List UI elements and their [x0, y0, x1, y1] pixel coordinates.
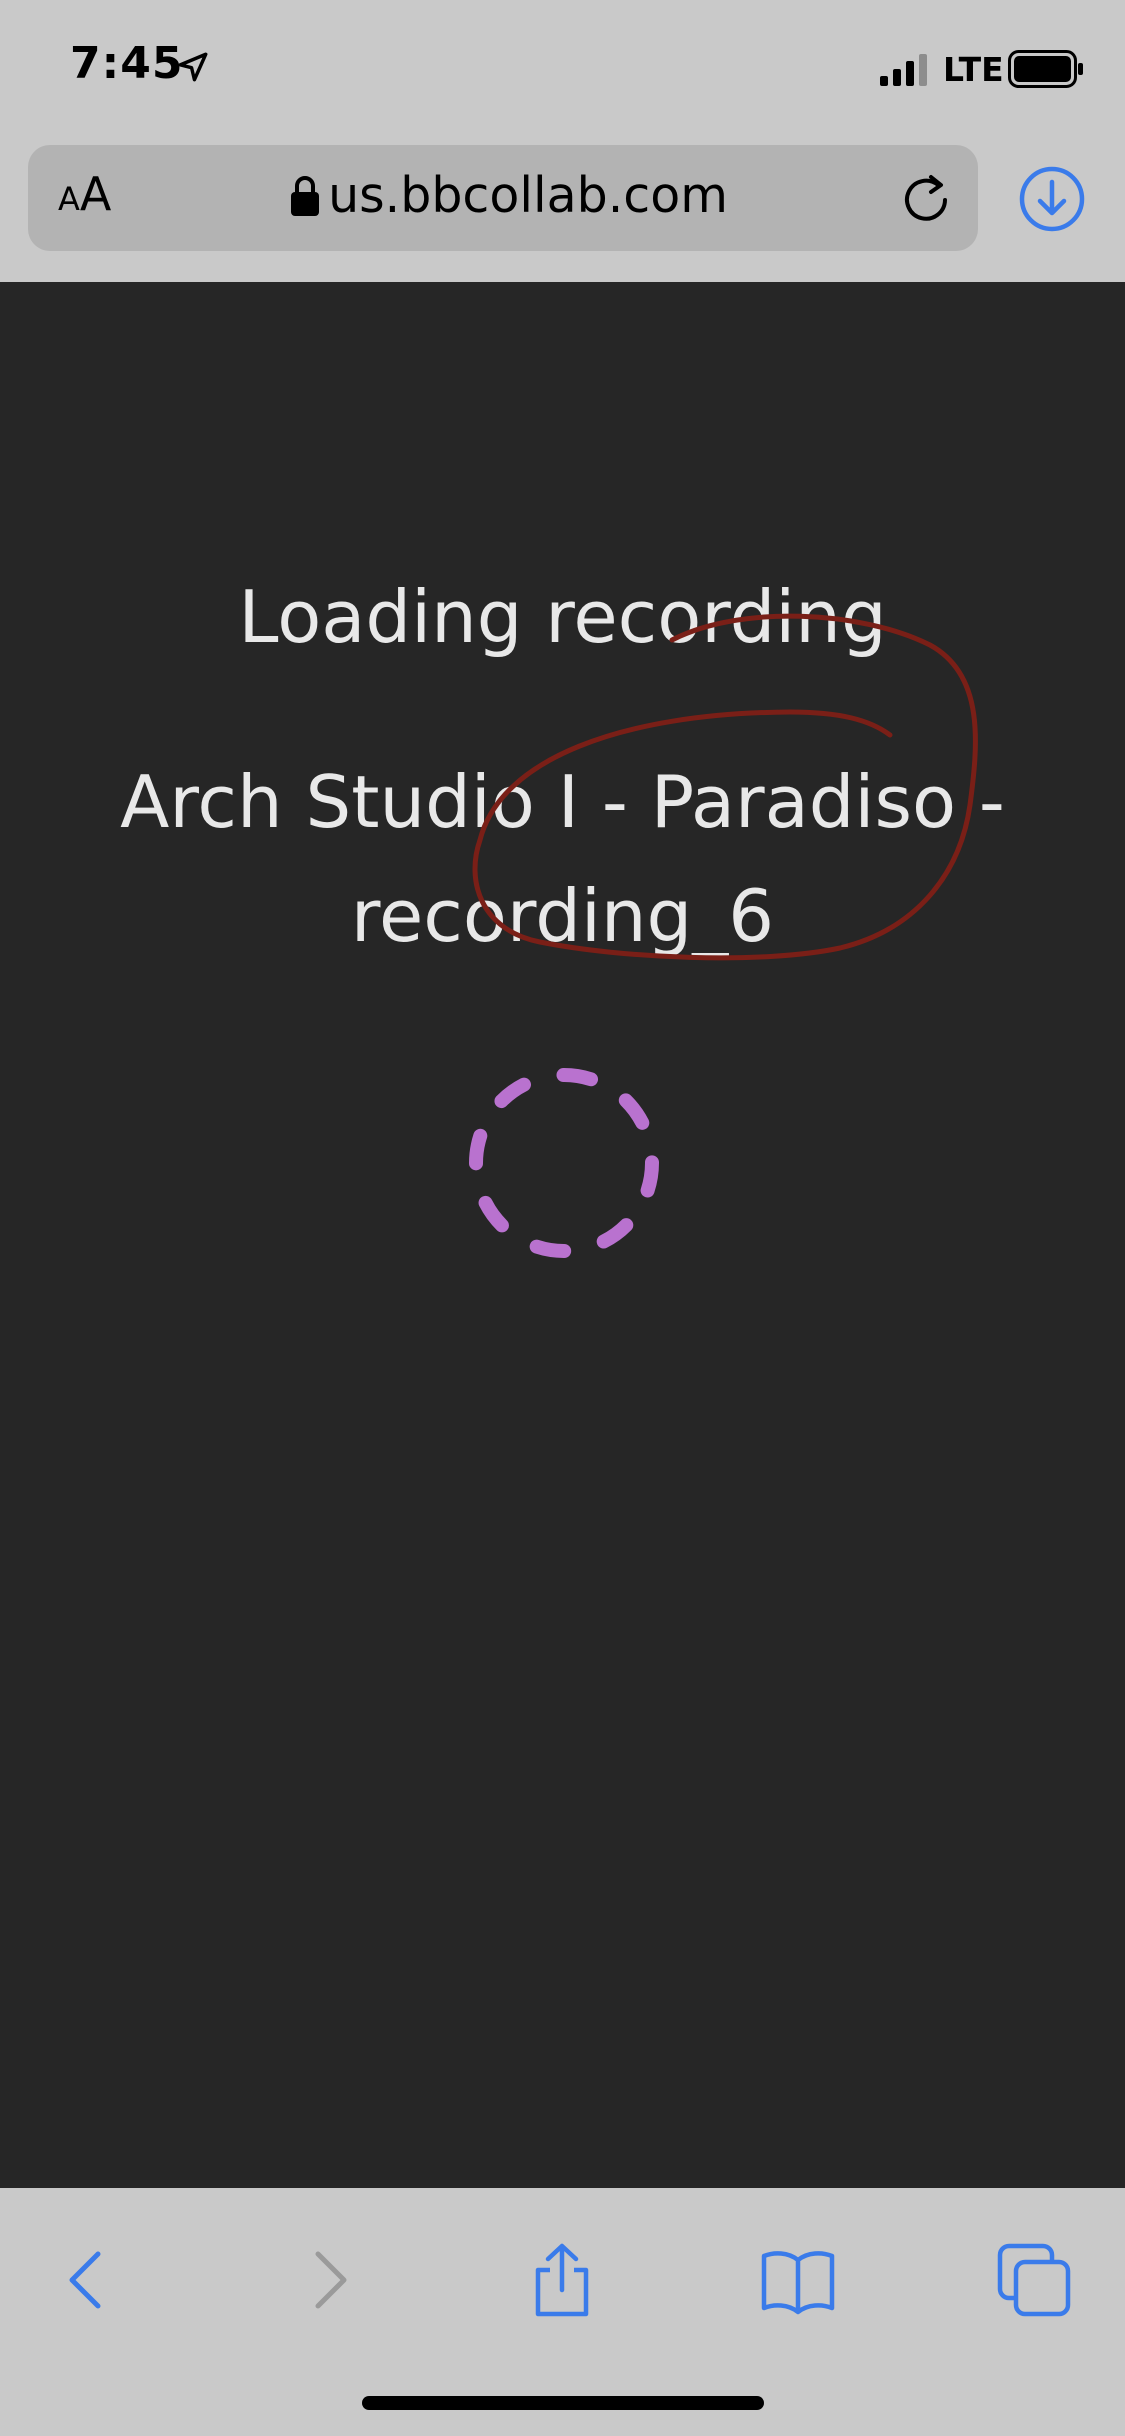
signal-bars-icon [880, 54, 927, 86]
battery-icon [1008, 50, 1083, 88]
back-icon[interactable] [50, 2242, 126, 2318]
share-icon[interactable] [524, 2242, 600, 2318]
tabs-icon[interactable] [996, 2242, 1072, 2318]
reload-icon[interactable] [898, 171, 954, 227]
bookmarks-icon[interactable] [760, 2242, 836, 2318]
loading-spinner-icon [469, 1068, 659, 1258]
location-arrow-icon [178, 52, 208, 82]
download-icon[interactable] [1016, 163, 1088, 235]
browser-top-chrome: 7:45 LTE AA us.bbcollab.com [0, 0, 1125, 282]
loading-title: Loading recording [238, 575, 887, 659]
network-label: LTE [943, 50, 1004, 89]
url-text[interactable]: us.bbcollab.com [28, 167, 978, 224]
home-indicator[interactable] [362, 2396, 764, 2410]
recording-name: Arch Studio I - Paradiso - recording_6 [120, 760, 1005, 958]
forward-icon[interactable] [290, 2242, 366, 2318]
address-bar[interactable]: AA us.bbcollab.com [28, 145, 978, 251]
status-time: 7:45 [70, 38, 184, 89]
